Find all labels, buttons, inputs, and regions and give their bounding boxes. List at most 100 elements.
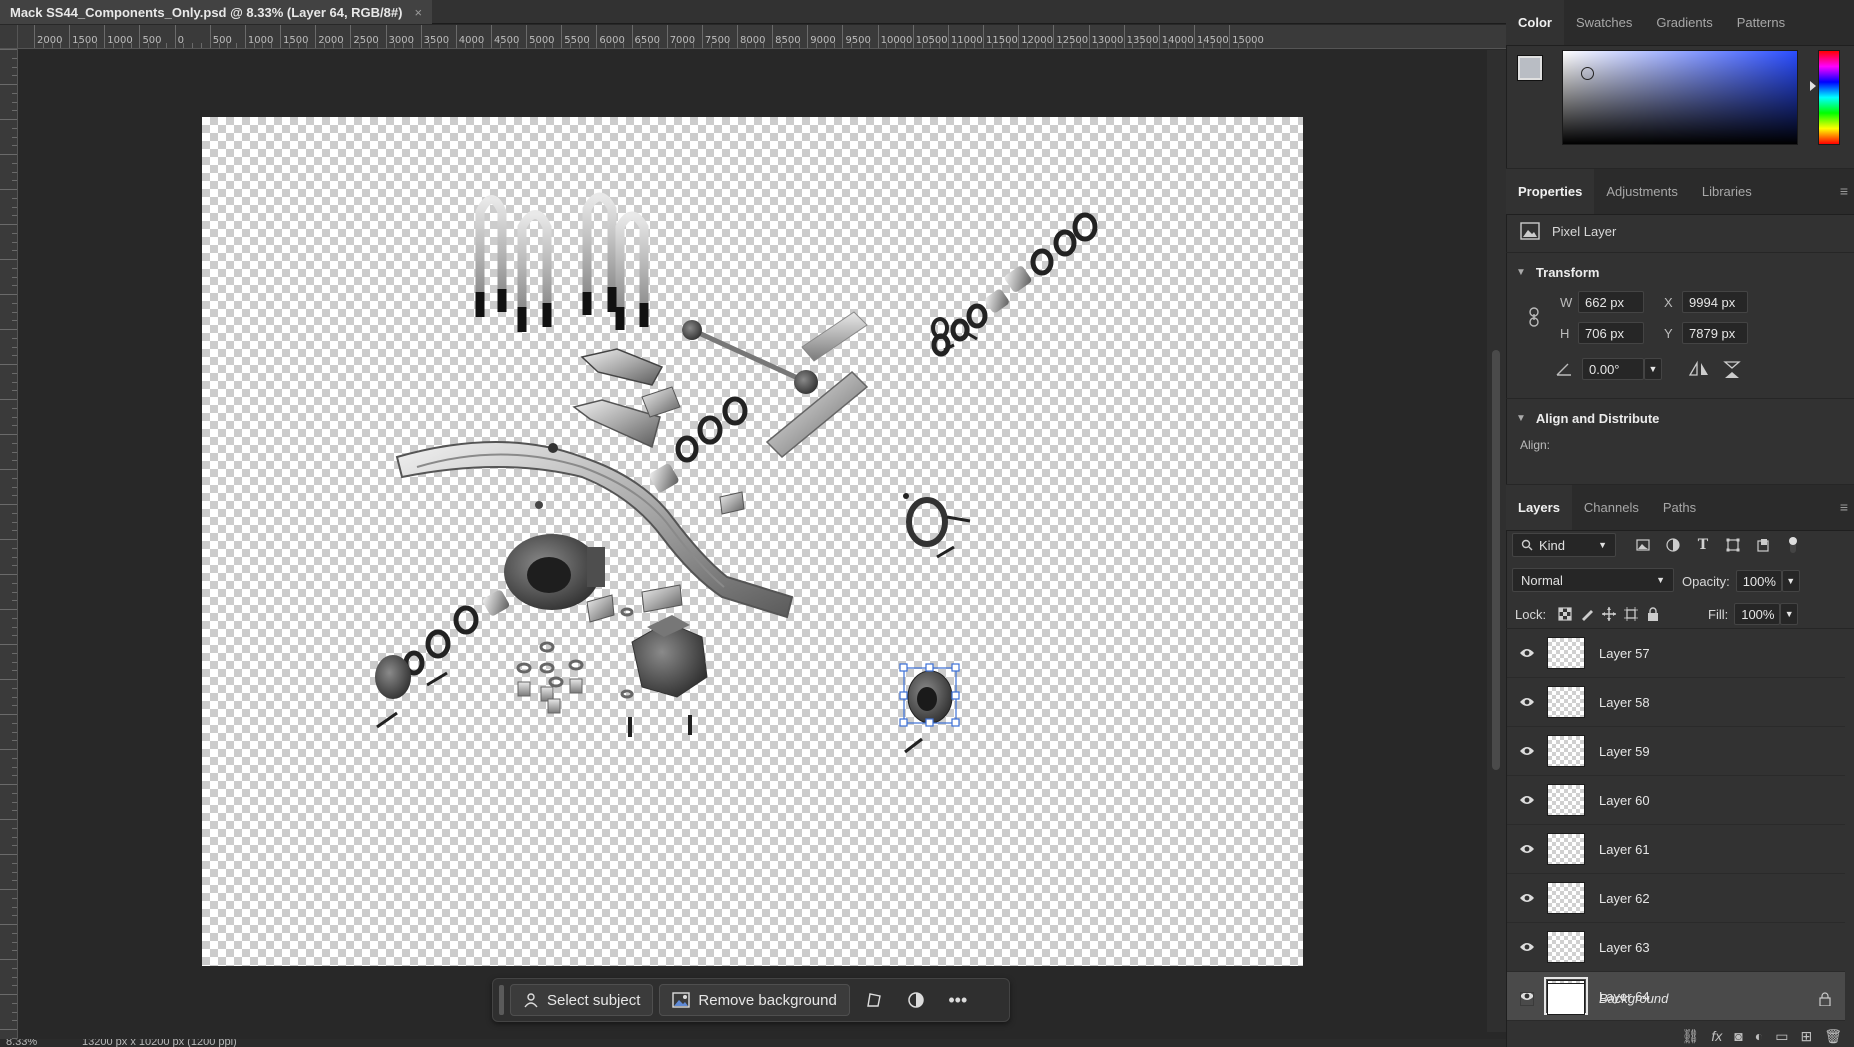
- ruler-corner[interactable]: [0, 25, 18, 49]
- ruler-minor-tick: [640, 43, 642, 48]
- clamp-right: [903, 493, 971, 559]
- filter-toggle-icon[interactable]: [1782, 534, 1804, 556]
- new-group-icon[interactable]: ▭: [1775, 1028, 1788, 1045]
- tab-layers[interactable]: Layers: [1506, 485, 1572, 530]
- transform-header[interactable]: ▼ Transform: [1516, 265, 1599, 280]
- layer-row[interactable]: Layer 59: [1507, 727, 1845, 776]
- layer-row[interactable]: Layer 63: [1507, 923, 1845, 972]
- lock-transparent-pixels-icon[interactable]: [1554, 603, 1576, 625]
- ruler-minor-tick: [12, 740, 17, 742]
- y-field[interactable]: 7879 px: [1682, 322, 1748, 344]
- vertical-ruler[interactable]: [0, 49, 18, 1039]
- ruler-minor-tick: [262, 43, 264, 48]
- canvas-vertical-scrollbar[interactable]: [1487, 50, 1506, 1032]
- document-tab[interactable]: Mack SS44_Components_Only.psd @ 8.33% (L…: [0, 0, 433, 24]
- color-picker-cursor[interactable]: [1581, 67, 1594, 80]
- add-mask-icon[interactable]: ◙: [1734, 1028, 1742, 1044]
- eye-icon[interactable]: [1507, 794, 1547, 806]
- visibility-toggle-empty[interactable]: [1507, 991, 1547, 1006]
- ruler-minor-tick: [12, 381, 17, 383]
- flip-horizontal-icon[interactable]: [1688, 360, 1710, 378]
- layer-row[interactable]: Layer 58: [1507, 678, 1845, 727]
- tab-swatches[interactable]: Swatches: [1564, 0, 1644, 45]
- filter-type-icon[interactable]: T: [1692, 534, 1714, 556]
- filter-smart-object-icon[interactable]: [1752, 534, 1774, 556]
- angle-field[interactable]: 0.00°: [1582, 358, 1644, 380]
- eye-icon[interactable]: [1507, 696, 1547, 708]
- adjustment-layer-icon[interactable]: ◐: [1755, 1028, 1763, 1044]
- transform-icon[interactable]: [856, 984, 892, 1016]
- x-field[interactable]: 9994 px: [1682, 291, 1748, 313]
- tab-patterns[interactable]: Patterns: [1725, 0, 1797, 45]
- filter-adjustment-icon[interactable]: [1662, 534, 1684, 556]
- tab-adjustments[interactable]: Adjustments: [1594, 169, 1690, 214]
- ruler-tick: [0, 364, 17, 365]
- angle-dropdown-icon[interactable]: ▼: [1644, 358, 1662, 380]
- contextual-task-bar: Select subject Remove background •••: [492, 978, 1010, 1022]
- tab-libraries[interactable]: Libraries: [1690, 169, 1764, 214]
- layer-row-background[interactable]: Background: [1507, 977, 1845, 1021]
- lock-position-icon[interactable]: [1598, 603, 1620, 625]
- filter-pixel-icon[interactable]: [1632, 534, 1654, 556]
- tab-paths[interactable]: Paths: [1651, 485, 1708, 530]
- layers-panel-menu-icon[interactable]: ≡: [1840, 499, 1848, 515]
- ruler-tick-label: 5500: [564, 35, 590, 46]
- tab-channels[interactable]: Channels: [1572, 485, 1651, 530]
- fill-dropdown-icon[interactable]: ▼: [1780, 603, 1799, 625]
- ruler-minor-tick: [12, 941, 17, 943]
- eye-icon[interactable]: [1507, 892, 1547, 904]
- new-layer-icon[interactable]: ⊞: [1800, 1028, 1812, 1045]
- hue-slider[interactable]: [1818, 50, 1840, 145]
- select-subject-button[interactable]: Select subject: [510, 984, 654, 1016]
- tab-properties[interactable]: Properties: [1506, 169, 1595, 214]
- layer-thumbnail: [1547, 931, 1585, 963]
- flip-vertical-icon[interactable]: [1723, 360, 1741, 380]
- filter-shape-icon[interactable]: [1722, 534, 1744, 556]
- layer-style-fx-icon[interactable]: fx: [1711, 1028, 1722, 1044]
- layer-filter-kind-dropdown[interactable]: Kind ▼: [1512, 533, 1616, 557]
- height-field[interactable]: 706 px: [1578, 322, 1644, 344]
- eye-icon[interactable]: [1507, 941, 1547, 953]
- horizontal-ruler[interactable]: 2000 1500 1000 500 0 500 1000 1500 2000 2500 3000 3…: [18, 25, 1506, 49]
- delete-layer-icon[interactable]: 🗑: [1824, 1028, 1842, 1045]
- panel-menu-icon[interactable]: ≡: [1840, 183, 1848, 199]
- tab-gradients[interactable]: Gradients: [1644, 0, 1724, 45]
- eye-icon[interactable]: [1507, 843, 1547, 855]
- close-tab-icon[interactable]: ×: [414, 5, 422, 20]
- fill-field[interactable]: 100%: [1734, 603, 1781, 625]
- layer-row[interactable]: Layer 61: [1507, 825, 1845, 874]
- zoom-level[interactable]: 8.33%: [6, 1039, 37, 1047]
- more-options-icon[interactable]: •••: [940, 984, 976, 1016]
- lock-artboard-icon[interactable]: [1620, 603, 1642, 625]
- foreground-color-swatch[interactable]: [1517, 55, 1543, 81]
- ruler-minor-tick: [552, 43, 554, 48]
- link-layers-icon[interactable]: ⛓: [1682, 1028, 1700, 1045]
- blend-mode-dropdown[interactable]: Normal ▼: [1512, 568, 1674, 592]
- eye-icon[interactable]: [1507, 647, 1547, 659]
- lock-all-icon[interactable]: [1642, 603, 1664, 625]
- ruler-minor-tick: [12, 827, 17, 829]
- layer-row[interactable]: Layer 57: [1507, 629, 1845, 678]
- ruler-minor-tick: [12, 915, 17, 917]
- lock-image-pixels-icon[interactable]: [1576, 603, 1598, 625]
- ruler-minor-tick: [12, 705, 17, 707]
- adjustment-icon[interactable]: [898, 984, 934, 1016]
- align-distribute-header[interactable]: ▼ Align and Distribute: [1516, 411, 1659, 426]
- ruler-minor-tick: [12, 425, 17, 427]
- taskbar-drag-handle[interactable]: [499, 985, 504, 1015]
- eye-icon[interactable]: [1507, 745, 1547, 757]
- opacity-dropdown-icon[interactable]: ▼: [1781, 570, 1800, 592]
- document-canvas[interactable]: [202, 117, 1303, 966]
- ruler-minor-tick: [394, 43, 396, 48]
- link-proportions-icon[interactable]: [1528, 307, 1540, 327]
- remove-background-button[interactable]: Remove background: [659, 984, 850, 1016]
- color-picker-field[interactable]: [1562, 50, 1798, 145]
- tab-color[interactable]: Color: [1506, 0, 1564, 45]
- layer-name: Layer 57: [1599, 645, 1650, 661]
- opacity-field[interactable]: 100%: [1735, 570, 1782, 592]
- hue-slider-handle-icon[interactable]: [1810, 81, 1816, 91]
- width-field[interactable]: 662 px: [1578, 291, 1644, 313]
- layer-row[interactable]: Layer 62: [1507, 874, 1845, 923]
- ruler-tick: [0, 959, 17, 960]
- layer-row[interactable]: Layer 60: [1507, 776, 1845, 825]
